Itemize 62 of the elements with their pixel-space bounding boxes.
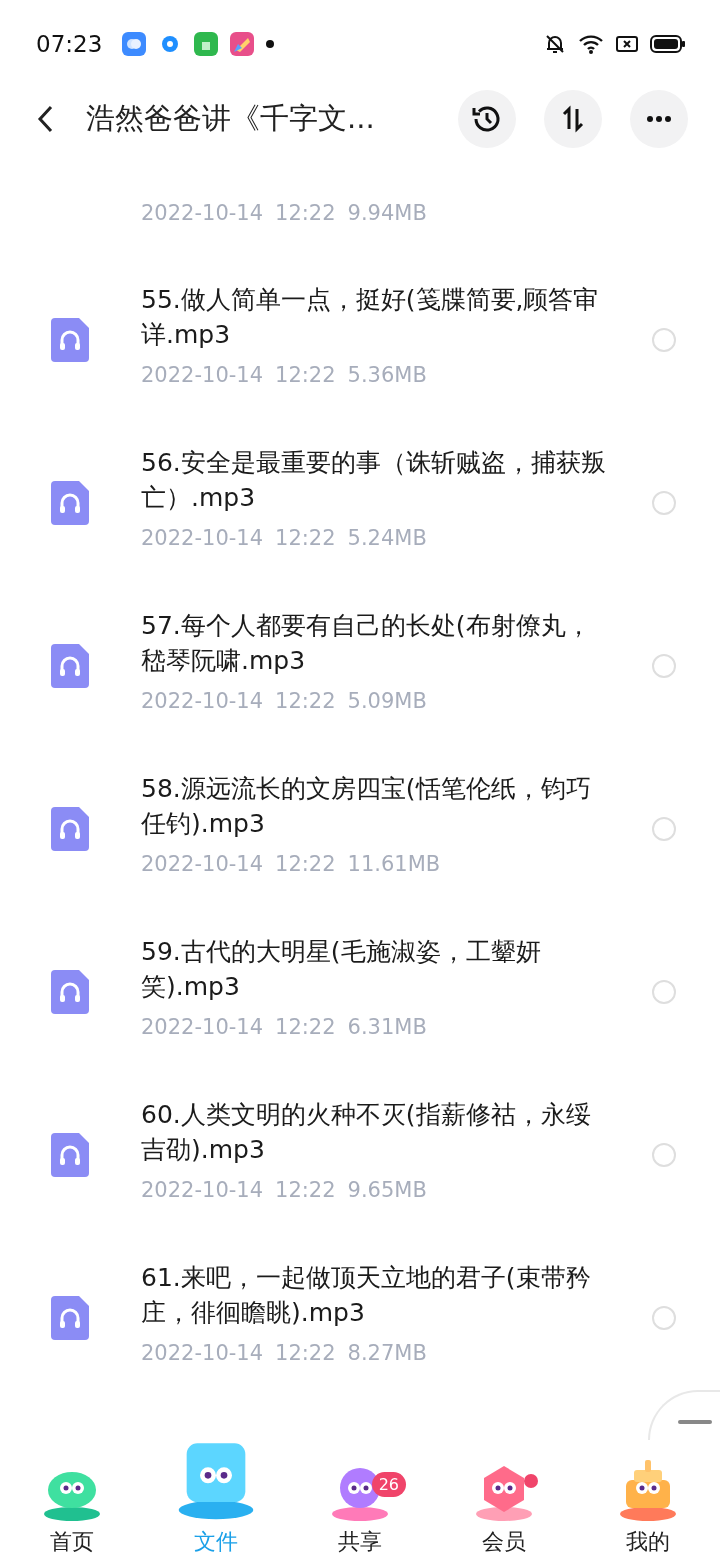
file-date: 2022-10-14 [141,1014,264,1041]
file-size: 11.61MB [347,851,441,878]
file-date: 2022-10-14 [141,362,264,389]
nav-tab[interactable]: 我的 [576,1440,720,1560]
count-badge: 26 [371,1472,406,1497]
file-size: 9.65MB [347,1177,427,1204]
audio-file-icon [51,481,89,525]
select-radio[interactable] [652,328,676,352]
file-size: 9.94MB [347,200,427,227]
app-icon [122,32,147,56]
file-name[interactable]: 59.古代的大明星(毛施淑姿，工颦妍笑).mp3 [141,934,611,1004]
status-time: 07:23 [36,31,103,57]
select-radio[interactable] [652,1306,676,1330]
audio-file-icon [51,807,89,851]
audio-file-icon [51,644,89,688]
file-size: 5.36MB [347,362,427,389]
file-time: 12:22 [275,200,336,227]
file-date: 2022-10-14 [141,688,264,715]
audio-file-icon [51,970,89,1014]
folder-title: 浩然爸爸讲《千字文... [86,100,376,137]
notification-dot-icon [266,40,275,48]
wifi-icon [578,33,604,55]
file-time: 12:22 [275,1177,336,1204]
audio-file-icon [51,1133,89,1177]
file-name[interactable]: 60.人类文明的火种不灭(指薪修祜，永绥吉劭).mp3 [141,1097,611,1167]
nav-tab[interactable]: 26 共享 [288,1440,432,1560]
file-date: 2022-10-14 [141,200,264,227]
file-name[interactable]: 61.来吧，一起做顶天立地的君子(束带矜庄，徘徊瞻眺).mp3 [141,1260,611,1330]
sim-icon [616,35,638,53]
select-radio[interactable] [652,817,676,841]
file-name[interactable]: 57.每个人都要有自己的长处(布射僚丸，嵇琴阮啸.mp3 [141,608,611,678]
file-size: 8.27MB [347,1340,427,1367]
select-radio[interactable] [652,1143,676,1167]
file-size: 5.09MB [347,688,427,715]
file-time: 12:22 [275,362,336,389]
file-name[interactable]: 55.做人简单一点，挺好(笺牒简要,顾答审详.mp3 [141,282,611,352]
bell-muted-icon [544,33,566,55]
file-date: 2022-10-14 [141,851,264,878]
nav-tab[interactable]: 首页 [0,1440,144,1560]
audio-file-icon [51,1296,89,1340]
file-name[interactable]: 56.安全是最重要的事（诛斩贼盗，捕获叛亡）.mp3 [141,445,611,515]
file-time: 12:22 [275,525,336,552]
select-radio[interactable] [652,654,676,678]
more-icon [645,115,673,123]
file-time: 12:22 [275,1014,336,1041]
file-date: 2022-10-14 [141,525,264,552]
app-icon [230,32,255,56]
back-icon[interactable] [36,104,54,134]
file-time: 12:22 [275,688,336,715]
select-radio[interactable] [652,491,676,515]
audio-file-icon [51,318,89,362]
select-radio[interactable] [652,980,676,1004]
file-name[interactable]: 58.源远流长的文房四宝(恬笔伦纸，钧巧任钓).mp3 [141,771,611,841]
file-size: 6.31MB [347,1014,427,1041]
nav-tab[interactable]: 会员 [432,1440,576,1560]
app-icon [194,32,219,56]
file-date: 2022-10-14 [141,1340,264,1367]
battery-icon [650,34,686,54]
file-date: 2022-10-14 [141,1177,264,1204]
file-time: 12:22 [275,1340,336,1367]
file-time: 12:22 [275,851,336,878]
file-size: 5.24MB [347,525,427,552]
